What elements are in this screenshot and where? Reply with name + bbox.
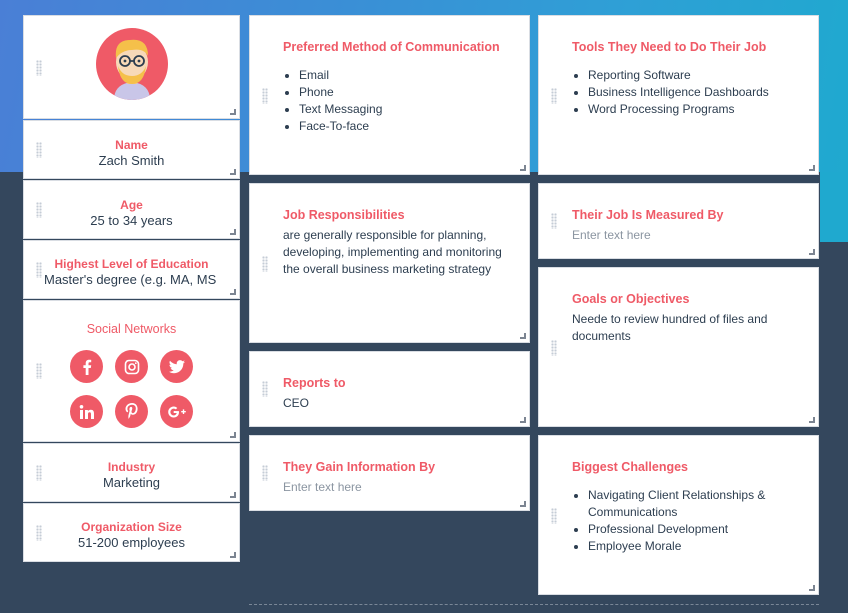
challenges-card[interactable]: Biggest Challenges Navigating Client Rel… [538, 435, 819, 595]
challenges-title: Biggest Challenges [572, 460, 688, 474]
name-card[interactable]: Name Zach Smith [23, 120, 240, 179]
resize-handle-icon[interactable] [520, 417, 526, 423]
resize-handle-icon[interactable] [520, 165, 526, 171]
drag-handle-icon[interactable] [262, 256, 268, 272]
instagram-icon[interactable] [115, 350, 148, 383]
twitter-icon[interactable] [160, 350, 193, 383]
resize-handle-icon[interactable] [809, 249, 815, 255]
google-plus-icon[interactable] [160, 395, 193, 428]
industry-card[interactable]: Industry Marketing [23, 443, 240, 502]
communication-title: Preferred Method of Communication [283, 40, 500, 54]
age-card[interactable]: Age 25 to 34 years [23, 180, 240, 239]
list-item: Employee Morale [588, 538, 778, 555]
drop-zone-outline[interactable] [249, 604, 819, 613]
job-responsibilities-card[interactable]: Job Responsibilities are generally respo… [249, 183, 530, 343]
challenges-list[interactable]: Navigating Client Relationships & Commun… [588, 487, 778, 555]
organization-size-label: Organization Size [81, 520, 182, 534]
social-networks-card[interactable]: Social Networks [23, 300, 240, 442]
tools-title: Tools They Need to Do Their Job [572, 40, 767, 54]
resize-handle-icon[interactable] [809, 585, 815, 591]
education-value[interactable]: Master's degree (e.g. MA, MS [44, 272, 233, 287]
list-item: Navigating Client Relationships & Commun… [588, 487, 778, 521]
tools-card[interactable]: Tools They Need to Do Their Job Reportin… [538, 15, 819, 175]
list-item: Reporting Software [588, 67, 769, 84]
reports-to-title: Reports to [283, 376, 346, 390]
organization-size-card[interactable]: Organization Size 51-200 employees [23, 503, 240, 562]
list-item: Phone [299, 84, 382, 101]
resize-handle-icon[interactable] [230, 492, 236, 498]
communication-list[interactable]: Email Phone Text Messaging Face-To-face [299, 67, 382, 135]
drag-handle-icon[interactable] [262, 465, 268, 481]
age-value[interactable]: 25 to 34 years [24, 213, 239, 228]
facebook-icon[interactable] [70, 350, 103, 383]
education-card[interactable]: Highest Level of Education Master's degr… [23, 240, 240, 299]
job-measured-input[interactable]: Enter text here [572, 227, 798, 244]
resize-handle-icon[interactable] [230, 169, 236, 175]
goals-text[interactable]: Neede to review hundred of files and doc… [572, 311, 778, 345]
drag-handle-icon[interactable] [36, 60, 42, 76]
goals-card[interactable]: Goals or Objectives Neede to review hund… [538, 267, 819, 427]
reports-to-text[interactable]: CEO [283, 395, 509, 412]
resize-handle-icon[interactable] [230, 552, 236, 558]
resize-handle-icon[interactable] [230, 229, 236, 235]
job-measured-title: Their Job Is Measured By [572, 208, 724, 222]
list-item: Face-To-face [299, 118, 382, 135]
drag-handle-icon[interactable] [551, 508, 557, 524]
resize-handle-icon[interactable] [520, 501, 526, 507]
job-measured-card[interactable]: Their Job Is Measured By Enter text here [538, 183, 819, 259]
drag-handle-icon[interactable] [262, 381, 268, 397]
list-item: Professional Development [588, 521, 778, 538]
gain-information-input[interactable]: Enter text here [283, 479, 509, 496]
education-label: Highest Level of Education [54, 257, 209, 271]
name-label: Name [115, 138, 148, 152]
gain-information-title: They Gain Information By [283, 460, 436, 474]
reports-to-card[interactable]: Reports to CEO [249, 351, 530, 427]
linkedin-icon[interactable] [70, 395, 103, 428]
gain-information-card[interactable]: They Gain Information By Enter text here [249, 435, 530, 511]
resize-handle-icon[interactable] [809, 165, 815, 171]
name-value[interactable]: Zach Smith [24, 153, 239, 168]
tools-list[interactable]: Reporting Software Business Intelligence… [588, 67, 769, 118]
age-label: Age [120, 198, 143, 212]
pinterest-icon[interactable] [115, 395, 148, 428]
industry-label: Industry [107, 460, 156, 474]
resize-handle-icon[interactable] [230, 109, 236, 115]
drag-handle-icon[interactable] [262, 88, 268, 104]
industry-value[interactable]: Marketing [24, 475, 239, 490]
resize-handle-icon[interactable] [520, 333, 526, 339]
organization-size-value[interactable]: 51-200 employees [24, 535, 239, 550]
drag-handle-icon[interactable] [551, 88, 557, 104]
drag-handle-icon[interactable] [551, 340, 557, 356]
drag-handle-icon[interactable] [36, 363, 42, 379]
goals-title: Goals or Objectives [572, 292, 690, 306]
avatar[interactable] [96, 28, 168, 100]
list-item: Business Intelligence Dashboards [588, 84, 769, 101]
job-responsibilities-text[interactable]: are generally responsible for planning, … [283, 227, 509, 278]
social-networks-label: Social Networks [86, 322, 177, 336]
avatar-card[interactable] [23, 15, 240, 119]
resize-handle-icon[interactable] [809, 417, 815, 423]
resize-handle-icon[interactable] [230, 289, 236, 295]
drag-handle-icon[interactable] [551, 213, 557, 229]
header-gradient-edge [820, 172, 848, 242]
list-item: Text Messaging [299, 101, 382, 118]
communication-card[interactable]: Preferred Method of Communication Email … [249, 15, 530, 175]
list-item: Email [299, 67, 382, 84]
list-item: Word Processing Programs [588, 101, 769, 118]
resize-handle-icon[interactable] [230, 432, 236, 438]
job-responsibilities-title: Job Responsibilities [283, 208, 405, 222]
